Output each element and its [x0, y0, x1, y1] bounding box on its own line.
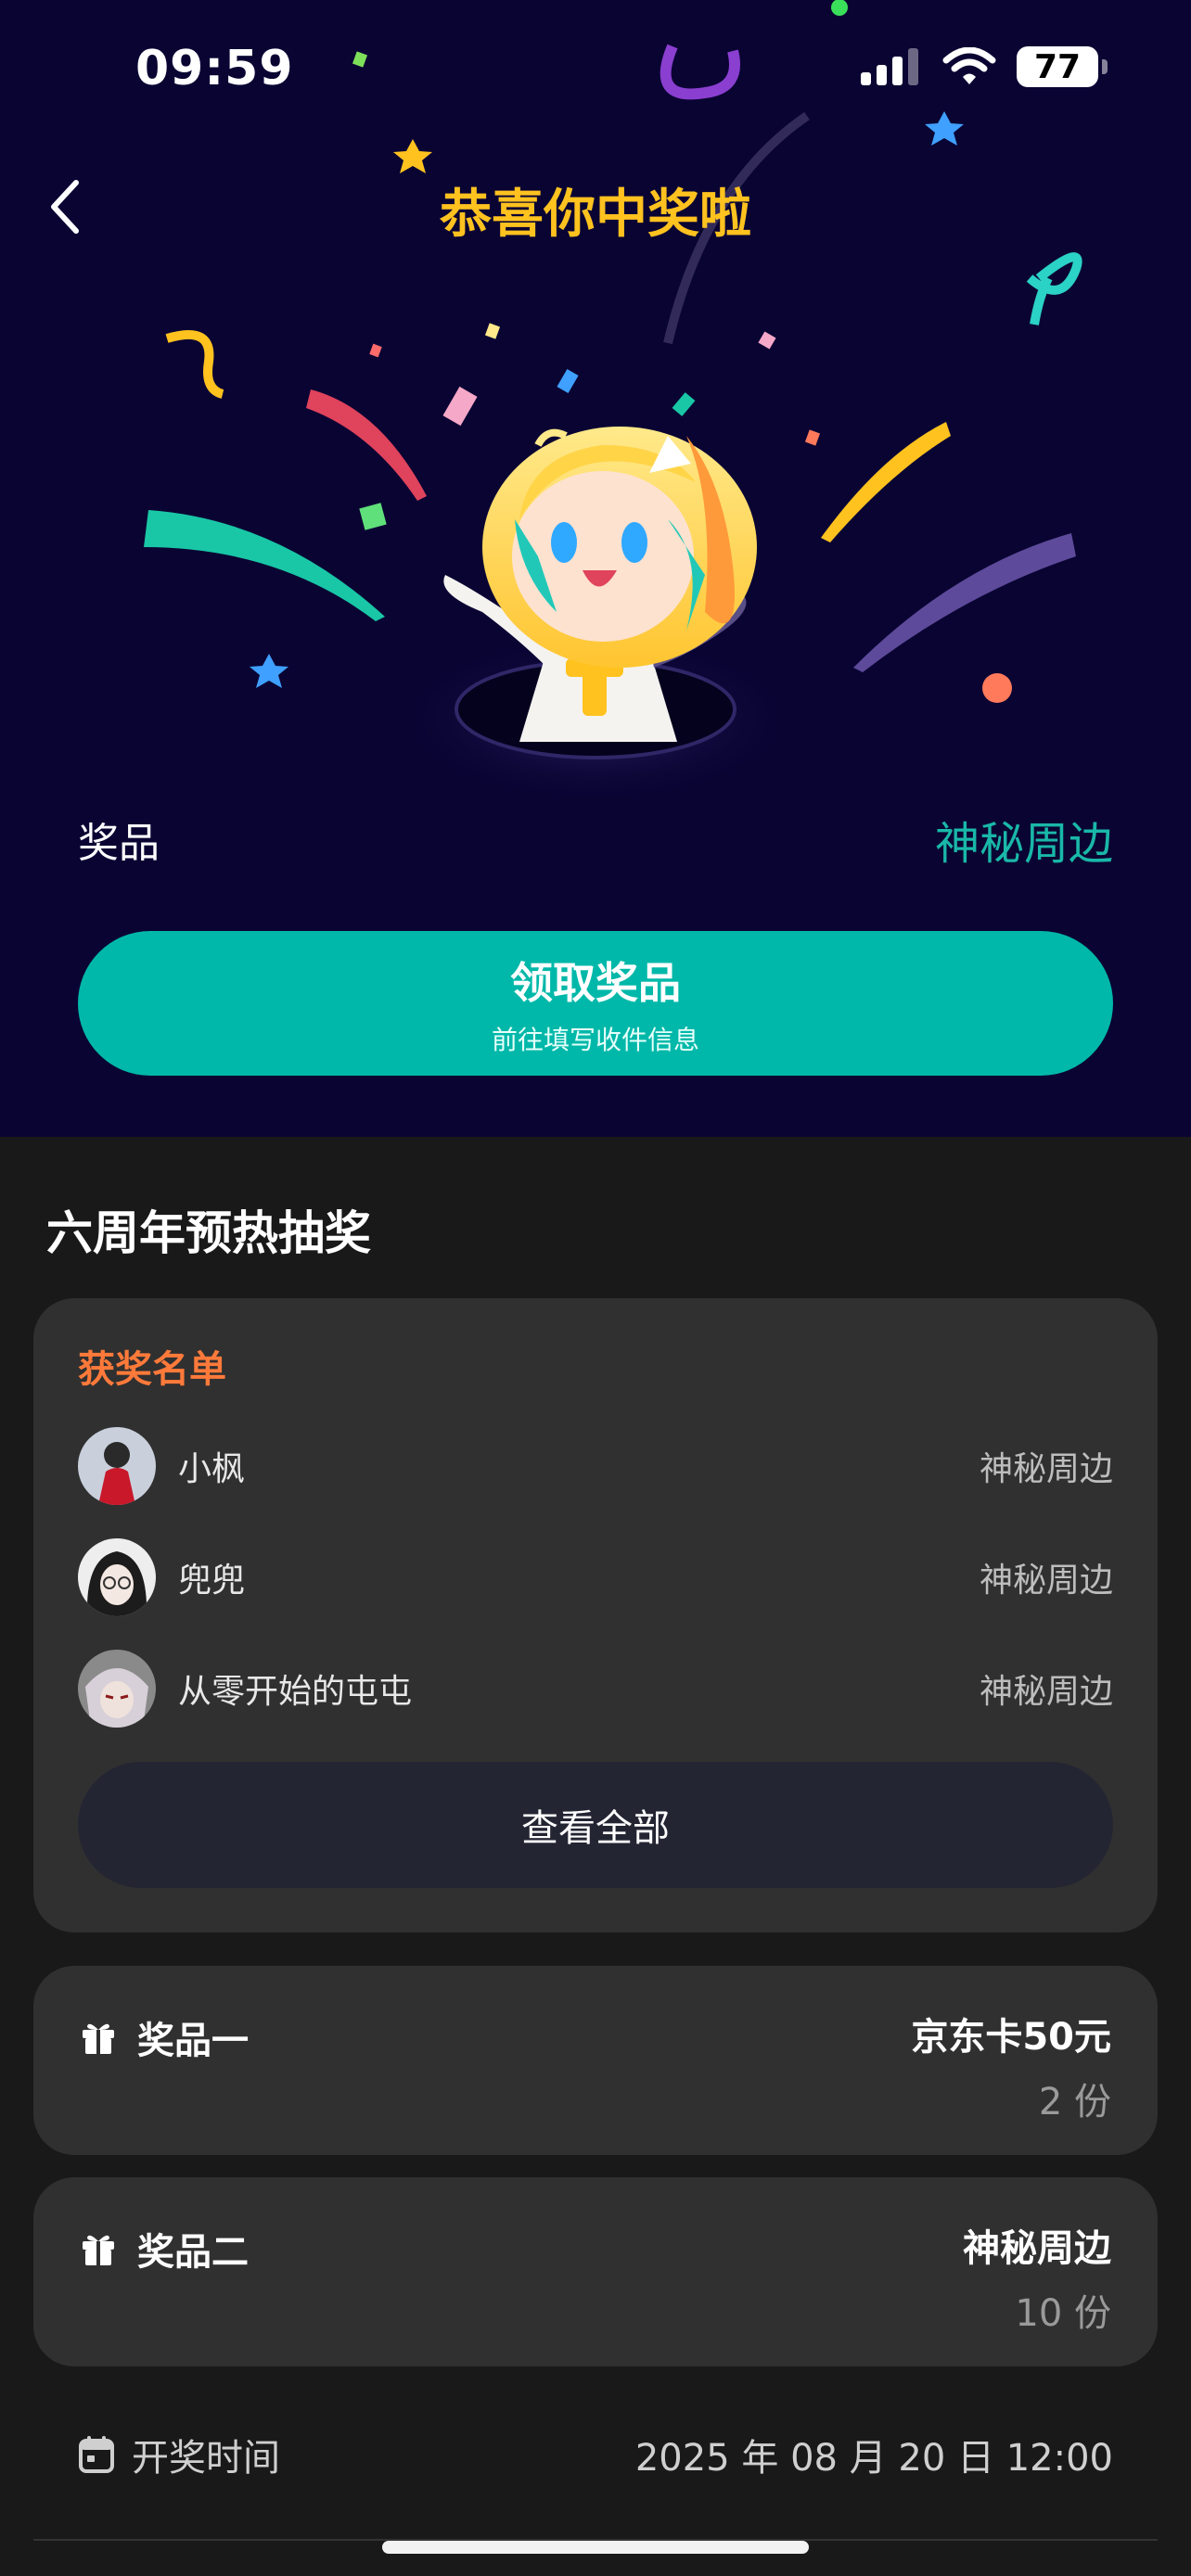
prize-name: 奖品一: [137, 2020, 249, 2062]
avatar: [78, 1538, 156, 1616]
winner-prize: 神秘周边: [979, 1562, 1113, 1600]
wifi-icon: [942, 47, 996, 84]
prize-card: 奖品一 京东卡50元 2 份: [33, 1966, 1158, 2155]
gift-icon: [83, 2023, 114, 2054]
prize-item-value: 京东卡50元: [911, 2016, 1111, 2059]
draw-time-value: 2025 年 08 月 20 日 12:00: [634, 2437, 1113, 2480]
winner-name: 兜兜: [178, 1562, 246, 1600]
winner-name: 小枫: [178, 1450, 246, 1488]
winners-card: 获奖名单 小枫 神秘周边 兜兜 神秘周边 从零开始的屯屯 神秘周边 查看全部: [33, 1298, 1158, 1932]
winner-prize: 神秘周边: [979, 1450, 1113, 1488]
prize-item-value: 神秘周边: [963, 2227, 1111, 2270]
winner-prize: 神秘周边: [979, 1673, 1113, 1711]
status-icons: 77: [861, 46, 1108, 87]
draw-time-label: 开奖时间: [132, 2437, 280, 2480]
prize-value: 神秘周边: [934, 818, 1113, 870]
section-title: 六周年预热抽奖: [46, 1206, 371, 1260]
prize-count: 10 份: [1015, 2292, 1111, 2335]
draw-time-row: 开奖时间 2025 年 08 月 20 日 12:00: [78, 2422, 1113, 2487]
prize-count: 2 份: [1038, 2081, 1111, 2123]
gift-icon: [83, 2235, 114, 2265]
battery-indicator: 77: [1017, 46, 1108, 87]
status-bar: 09:59 77: [0, 0, 1191, 139]
claim-button-sublabel: 前往填写收件信息: [491, 1025, 699, 1055]
signal-icon: [861, 48, 918, 85]
avatar: [78, 1427, 156, 1505]
hero-banner: 09:59 77 恭喜你中奖啦 奖品 神秘周边 领取奖品 前往填写收件信息: [0, 0, 1191, 1137]
avatar: [78, 1650, 156, 1728]
winner-name: 从零开始的屯屯: [178, 1673, 413, 1711]
status-time: 09:59: [135, 41, 294, 96]
winner-row: 小枫 神秘周边: [78, 1426, 1113, 1506]
winners-title: 获奖名单: [78, 1348, 226, 1391]
calendar-icon: [79, 2436, 114, 2473]
home-indicator[interactable]: [382, 2541, 809, 2554]
prize-card: 奖品二 神秘周边 10 份: [33, 2177, 1158, 2366]
view-all-button[interactable]: 查看全部: [78, 1762, 1113, 1888]
winner-row: 从零开始的屯屯 神秘周边: [78, 1649, 1113, 1728]
page-title: 恭喜你中奖啦: [440, 185, 751, 245]
prize-name: 奖品二: [137, 2231, 249, 2274]
winner-row: 兜兜 神秘周边: [78, 1537, 1113, 1617]
prize-label: 奖品: [78, 820, 160, 867]
prize-summary: 奖品 神秘周边: [78, 807, 1113, 872]
claim-button-label: 领取奖品: [510, 958, 681, 1008]
claim-prize-button[interactable]: 领取奖品 前往填写收件信息: [78, 931, 1113, 1076]
